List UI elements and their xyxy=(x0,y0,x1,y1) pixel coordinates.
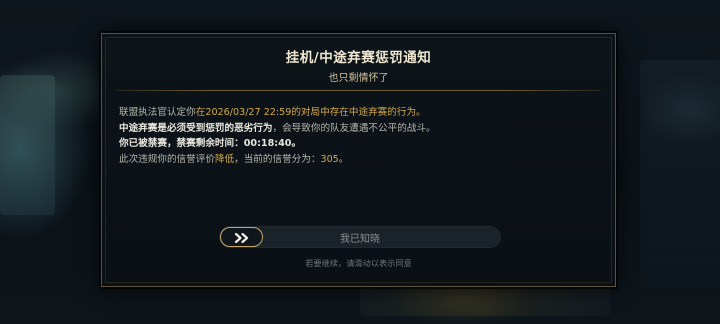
background-bottom-tiles xyxy=(360,286,610,316)
slider-handle[interactable] xyxy=(220,227,263,247)
violation-detail: 在2026/03/27 22:59的对局中存在中途弃赛的行为。 xyxy=(195,107,426,118)
penalty-message: 联盟执法官认定你在2026/03/27 22:59的对局中存在中途弃赛的行为。 … xyxy=(119,105,599,167)
penalty-notice-dialog: 挂机/中途弃赛惩罚通知 也只剩情怀了 联盟执法官认定你在2026/03/27 2… xyxy=(101,33,616,287)
background-character-art xyxy=(0,75,55,215)
violation-prefix: 联盟执法官认定你 xyxy=(119,107,196,118)
credit-prefix: 此次违规你的信誉评价 xyxy=(119,153,215,165)
message-line-credit: 此次违规你的信誉评价降低，当前的信誉分为：305。 xyxy=(119,152,599,168)
credit-suffix: 。 xyxy=(338,153,349,165)
dialog-subtitle: 也只剩情怀了 xyxy=(328,73,389,84)
double-chevron-right-icon xyxy=(234,228,250,247)
message-line-ban: 你已被禁赛，禁赛剩余时间：00:18:40。 xyxy=(119,136,599,152)
warning-rest: ，会导致你的队友遭遇不公平的战斗。 xyxy=(272,122,436,134)
message-line-warning: 中途弃赛是必须受到惩罚的恶劣行为，会导致你的队友遭遇不公平的战斗。 xyxy=(119,121,599,137)
credit-rating-change: 降低 xyxy=(214,153,235,165)
slide-to-agree-hint: 若要继续，请滑动以表示同意 xyxy=(305,258,412,268)
dialog-title: 挂机/中途弃赛惩罚通知 xyxy=(285,50,432,66)
message-line-violation: 联盟执法官认定你在2026/03/27 22:59的对局中存在中途弃赛的行为。 xyxy=(119,105,599,121)
title-divider xyxy=(116,90,601,91)
credit-score: 305 xyxy=(320,153,339,165)
warning-bold: 中途弃赛是必须受到惩罚的恶劣行为 xyxy=(119,122,273,134)
credit-middle: ，当前的信誉分为： xyxy=(234,153,321,165)
acknowledge-slider[interactable]: 我已知晓 xyxy=(219,226,501,248)
ban-remaining-time: 你已被禁赛，禁赛剩余时间：00:18:40。 xyxy=(119,138,302,149)
background-panel-right xyxy=(640,60,720,290)
